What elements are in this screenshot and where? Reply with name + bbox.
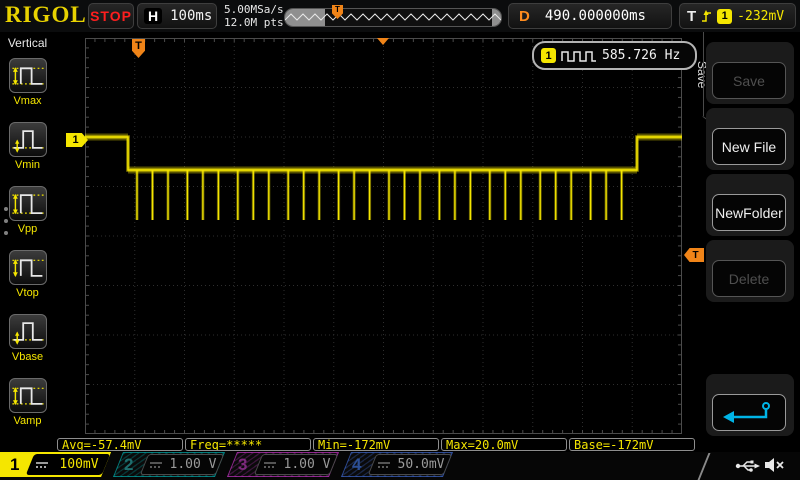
menu-item-label: Vmin <box>14 159 41 171</box>
dc-coupling-icon <box>36 462 48 468</box>
menu-item-label: Vpp <box>17 223 38 235</box>
dc-coupling-icon <box>378 462 390 468</box>
menu-page-dot <box>4 231 8 235</box>
softkey-slot-back <box>706 374 794 436</box>
return-arrow-icon <box>723 401 770 423</box>
run-stop-status[interactable]: STOP <box>88 3 134 29</box>
channel-status-bar: 1 100mV 2 1.00 V 3 1.00 V 4 50.0mV <box>0 452 800 480</box>
softkey-slot-newfile: New File <box>706 108 794 170</box>
square-wave-icon <box>561 50 596 62</box>
new-file-button[interactable]: New File <box>712 128 786 165</box>
channel-3-status[interactable]: 3 1.00 V <box>226 452 342 479</box>
rigol-logo: RIGOL <box>5 2 87 27</box>
vmin-icon <box>8 122 47 157</box>
menu-item-label: Vtop <box>16 287 39 299</box>
trigger-label: T <box>687 7 697 25</box>
softkey-slot-save: Save <box>706 42 794 104</box>
measurement-freq: Freq=***** <box>185 438 311 451</box>
freq-counter-source-badge: 1 <box>541 48 556 63</box>
trigger-source-badge: 1 <box>717 8 733 24</box>
vamp-icon <box>8 378 47 413</box>
memory-waveform-thumbnail[interactable]: T <box>284 5 502 27</box>
measurement-base: Base=-172mV <box>569 438 695 451</box>
delay-readout-button[interactable]: D 490.000000ms <box>508 3 672 29</box>
menu-item-vamp[interactable]: Vamp <box>0 378 55 427</box>
delete-button[interactable]: Delete <box>712 260 786 297</box>
menu-item-label: Vmax <box>13 95 42 107</box>
channel-scale: 1.00 V <box>283 457 331 472</box>
thumbnail-waveform <box>285 13 501 21</box>
vbase-icon <box>8 314 47 349</box>
measurement-min: Min=-172mV <box>313 438 439 451</box>
vpp-icon <box>8 186 47 221</box>
channel-number: 3 <box>238 455 248 474</box>
top-status-bar: RIGOL STOP H 100ms 5.00MSa/s 12.0M pts T… <box>0 0 800 32</box>
menu-item-vtop[interactable]: Vtop <box>0 250 55 299</box>
new-folder-button[interactable]: NewFolder <box>712 194 786 231</box>
menu-item-vmax[interactable]: Vmax <box>0 58 55 107</box>
dc-coupling-icon <box>264 462 276 468</box>
trigger-readout-button[interactable]: T 1 -232mV <box>679 3 796 29</box>
softkey-slot-newfolder: NewFolder <box>706 174 794 236</box>
timebase-value: 100ms <box>170 8 213 24</box>
delay-label: D <box>519 7 530 25</box>
menu-item-vbase[interactable]: Vbase <box>0 314 55 363</box>
save-button[interactable]: Save <box>712 62 786 99</box>
channel-1-status[interactable]: 1 100mV <box>0 452 114 479</box>
dc-coupling-icon <box>150 462 162 468</box>
vmax-icon <box>8 58 47 93</box>
channel-number: 2 <box>124 455 134 474</box>
menu-item-vpp[interactable]: Vpp <box>0 186 55 235</box>
menu-item-label: Vamp <box>13 415 42 427</box>
usb-icon <box>735 460 760 472</box>
horizontal-timebase-button[interactable]: H 100ms <box>137 3 217 29</box>
oscilloscope-screen: RIGOL STOP H 100ms 5.00MSa/s 12.0M pts T… <box>0 0 800 480</box>
freq-counter-value: 585.726 Hz <box>602 48 681 63</box>
left-menu-title: Vertical <box>7 36 48 50</box>
memory-depth: 12.0M pts <box>224 16 284 29</box>
graticule-and-trace <box>84 37 683 435</box>
trigger-level-value: -232mV <box>737 8 785 24</box>
softkey-slot-delete: Delete <box>706 240 794 302</box>
delay-value: 490.000000ms <box>544 8 646 24</box>
measurement-avg: Avg=-57.4mV <box>57 438 183 451</box>
frequency-counter: 1 585.726 Hz <box>532 41 697 70</box>
menu-item-vmin[interactable]: Vmin <box>0 122 55 171</box>
channel-4-status[interactable]: 4 50.0mV <box>340 452 456 479</box>
sample-rate: 5.00MSa/s <box>224 3 284 16</box>
measurement-max: Max=20.0mV <box>441 438 567 451</box>
channel-scale: 100mV <box>59 457 99 472</box>
horizontal-label: H <box>144 8 163 24</box>
acquisition-info: 5.00MSa/s 12.0M pts <box>224 3 284 29</box>
waveform-display-area <box>84 37 683 435</box>
channel-scale: 50.0mV <box>397 457 445 472</box>
trigger-level-marker[interactable]: T <box>684 248 704 262</box>
tab-divider <box>703 32 704 116</box>
back-button[interactable] <box>712 394 786 431</box>
channel-number: 1 <box>10 455 20 474</box>
menu-page-dot <box>4 207 8 211</box>
rising-edge-icon <box>702 10 712 22</box>
menu-item-label: Vbase <box>11 351 44 363</box>
vtop-icon <box>8 250 47 285</box>
channel-2-status[interactable]: 2 1.00 V <box>112 452 228 479</box>
menu-page-dot <box>4 219 8 223</box>
speaker-muted-icon[interactable] <box>763 456 785 474</box>
screen-center-marker-icon <box>377 38 389 45</box>
channel-number: 4 <box>352 455 362 474</box>
channel-scale: 1.00 V <box>169 457 217 472</box>
